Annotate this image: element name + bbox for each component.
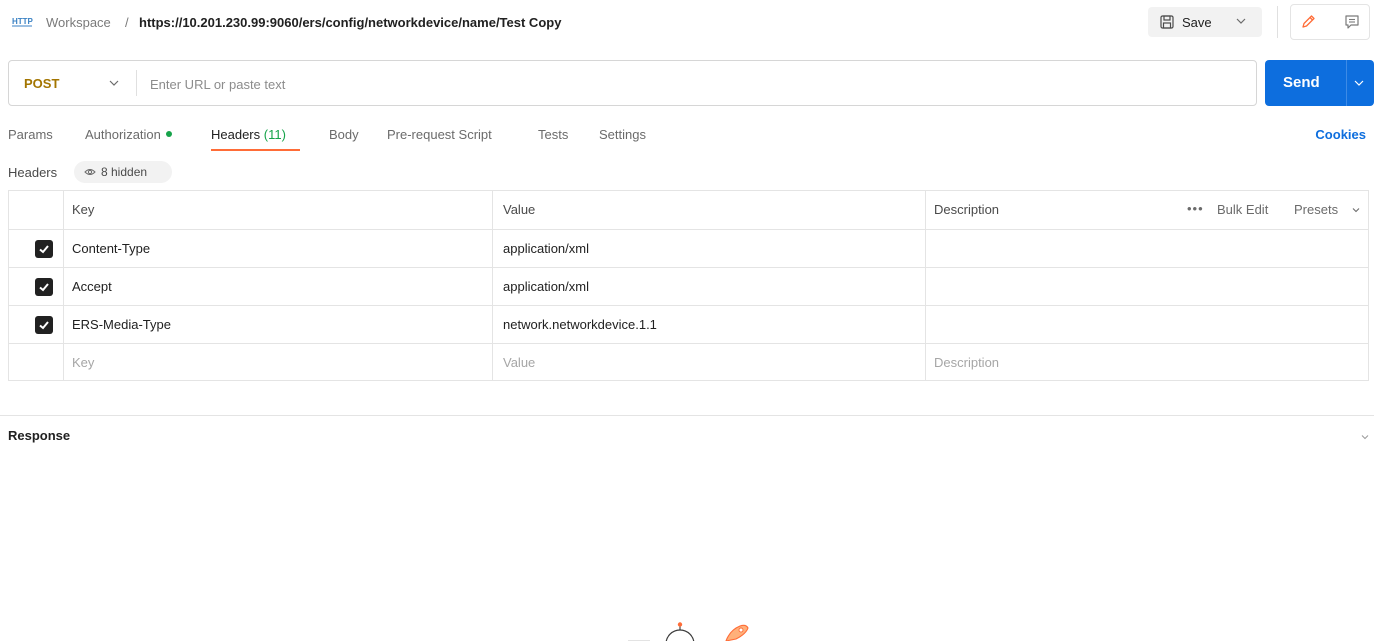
new-key-input[interactable]: Key bbox=[72, 355, 94, 370]
active-tab-indicator bbox=[211, 149, 300, 151]
column-header-description: Description bbox=[934, 202, 1000, 217]
header-value[interactable]: application/xml bbox=[503, 279, 589, 294]
bulk-edit-button[interactable]: Bulk Edit bbox=[1217, 202, 1268, 217]
save-button[interactable]: Save bbox=[1148, 7, 1262, 37]
svg-text:HTTP: HTTP bbox=[12, 17, 34, 26]
headers-table: Key Value Description ••• Bulk Edit Pres… bbox=[8, 190, 1369, 381]
save-label: Save bbox=[1182, 15, 1212, 30]
url-input[interactable] bbox=[150, 74, 1240, 94]
header-key[interactable]: ERS-Media-Type bbox=[72, 317, 171, 332]
tab-label: Headers bbox=[211, 127, 261, 142]
tab-body[interactable]: Body bbox=[329, 127, 359, 142]
table-row: Accept application/xml bbox=[9, 267, 1368, 305]
column-header-key: Key bbox=[72, 202, 95, 217]
status-dot bbox=[165, 131, 172, 137]
chevron-down-icon[interactable] bbox=[1360, 432, 1370, 442]
tab-params[interactable]: Params bbox=[8, 127, 53, 142]
send-label: Send bbox=[1283, 74, 1320, 91]
breadcrumb-workspace[interactable]: Workspace bbox=[46, 15, 111, 30]
tab-label: Authorization bbox=[85, 127, 161, 142]
chevron-down-icon[interactable] bbox=[108, 77, 120, 89]
more-options-icon[interactable]: ••• bbox=[1187, 201, 1204, 216]
hidden-count: 8 hidden bbox=[101, 165, 148, 179]
checkmark-icon bbox=[39, 245, 49, 254]
chevron-down-icon[interactable] bbox=[1353, 77, 1365, 89]
divider bbox=[1277, 6, 1278, 38]
header-key[interactable]: Content-Type bbox=[72, 241, 150, 256]
new-description-input[interactable]: Description bbox=[934, 355, 999, 370]
edit-toolbar bbox=[1290, 4, 1370, 40]
response-divider bbox=[0, 415, 1374, 416]
http-icon: HTTP bbox=[12, 17, 34, 27]
row-checkbox[interactable] bbox=[35, 316, 53, 334]
checkmark-icon bbox=[39, 283, 49, 292]
header-value[interactable]: network.networkdevice.1.1 bbox=[503, 317, 657, 332]
hidden-headers-toggle[interactable]: 8 hidden bbox=[74, 161, 172, 183]
header-key[interactable]: Accept bbox=[72, 279, 112, 294]
column-header-value: Value bbox=[503, 202, 536, 217]
row-checkbox[interactable] bbox=[35, 240, 53, 258]
headers-section-label: Headers bbox=[8, 165, 58, 180]
divider bbox=[1346, 60, 1347, 106]
rocket-illustration bbox=[628, 622, 749, 641]
header-value[interactable]: application/xml bbox=[503, 241, 589, 256]
cookies-link[interactable]: Cookies bbox=[1315, 127, 1366, 142]
new-value-input[interactable]: Value bbox=[503, 355, 535, 370]
table-header-row: Key Value Description ••• Bulk Edit Pres… bbox=[9, 191, 1368, 229]
row-checkbox[interactable] bbox=[35, 278, 53, 296]
pencil-icon[interactable] bbox=[1299, 13, 1317, 31]
table-row-new: Key Value Description bbox=[9, 343, 1368, 381]
table-row: Content-Type application/xml bbox=[9, 229, 1368, 267]
presets-dropdown[interactable]: Presets bbox=[1294, 202, 1338, 217]
save-icon bbox=[1160, 15, 1174, 29]
comment-icon[interactable] bbox=[1343, 13, 1361, 31]
tab-authorization[interactable]: Authorization bbox=[85, 127, 172, 142]
url-bar: POST bbox=[8, 60, 1257, 106]
divider bbox=[136, 70, 137, 96]
breadcrumb-separator: / bbox=[125, 15, 129, 30]
tab-pre-request-script[interactable]: Pre-request Script bbox=[387, 127, 492, 142]
top-bar: HTTP Workspace / https://10.201.230.99:9… bbox=[0, 0, 1374, 46]
send-button[interactable]: Send bbox=[1265, 60, 1374, 106]
tab-tests[interactable]: Tests bbox=[538, 127, 568, 142]
response-label[interactable]: Response bbox=[8, 428, 70, 443]
chevron-down-icon[interactable] bbox=[1234, 14, 1248, 28]
chevron-down-icon[interactable] bbox=[1351, 205, 1361, 215]
tab-settings[interactable]: Settings bbox=[599, 127, 646, 142]
tab-headers[interactable]: Headers (11) bbox=[211, 127, 286, 142]
checkmark-icon bbox=[39, 321, 49, 330]
table-row: ERS-Media-Type network.networkdevice.1.1 bbox=[9, 305, 1368, 343]
tab-count: (11) bbox=[263, 127, 286, 142]
method-select[interactable]: POST bbox=[24, 76, 59, 91]
eye-icon bbox=[84, 169, 96, 175]
request-title[interactable]: https://10.201.230.99:9060/ers/config/ne… bbox=[139, 15, 561, 30]
